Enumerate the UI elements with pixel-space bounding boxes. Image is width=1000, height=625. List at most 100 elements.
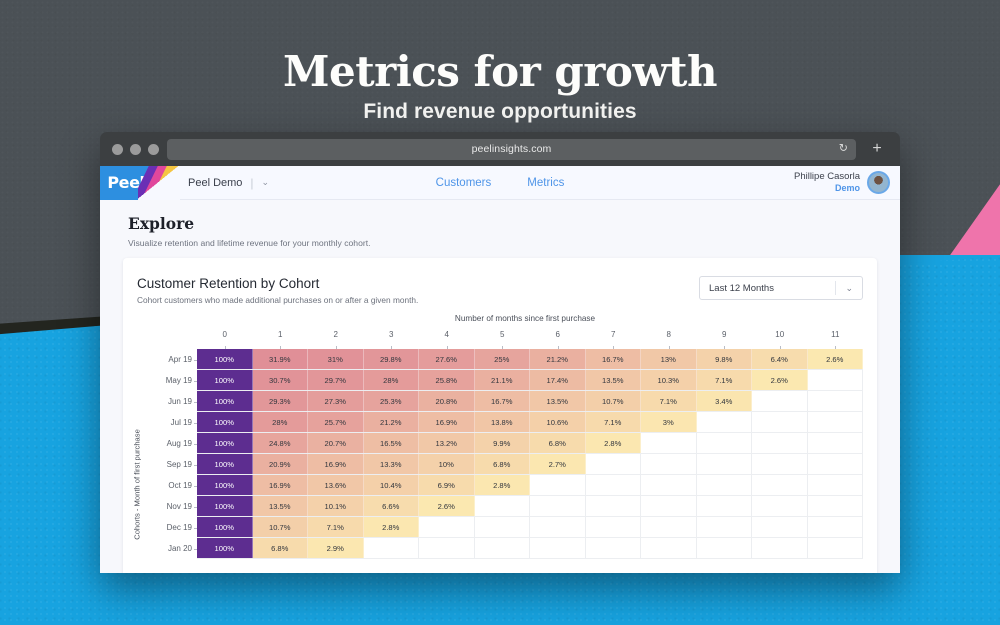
- heatmap-cell[interactable]: 9.9%: [474, 433, 530, 453]
- heatmap-cell[interactable]: 7.1%: [641, 391, 697, 411]
- heatmap-cell[interactable]: 6.8%: [252, 538, 308, 558]
- heatmap-cell[interactable]: 13.6%: [308, 475, 364, 495]
- heatmap-cell[interactable]: 20.7%: [308, 433, 364, 453]
- date-range-select[interactable]: Last 12 Months ⌄: [699, 276, 863, 300]
- heatmap-cell[interactable]: 3%: [641, 412, 697, 432]
- heatmap-cell[interactable]: 100%: [197, 412, 253, 432]
- heatmap-cell[interactable]: 28%: [363, 370, 419, 390]
- avatar[interactable]: [867, 171, 890, 194]
- heatmap-cell[interactable]: 21.2%: [530, 349, 586, 369]
- minimize-window-icon[interactable]: [130, 143, 141, 155]
- heatmap-cell[interactable]: 17.4%: [530, 370, 586, 390]
- heatmap-cell[interactable]: 25.8%: [419, 370, 475, 390]
- heatmap-cell[interactable]: 16.7%: [585, 349, 641, 369]
- heatmap-cell[interactable]: 100%: [197, 454, 253, 474]
- reload-icon[interactable]: ↻: [839, 143, 848, 155]
- heatmap-cell[interactable]: 16.7%: [474, 391, 530, 411]
- heatmap-cell[interactable]: 16.5%: [363, 433, 419, 453]
- heatmap-cell[interactable]: 6.8%: [474, 454, 530, 474]
- user-menu[interactable]: Phillipe Casorla Demo: [794, 171, 890, 194]
- heatmap-cell-empty: [641, 454, 697, 474]
- heatmap-cell-empty: [808, 433, 863, 453]
- heatmap-cell[interactable]: 7.1%: [308, 517, 364, 537]
- heatmap-row-label: Sep 19: [150, 454, 197, 475]
- heatmap-cell[interactable]: 100%: [197, 391, 253, 411]
- heatmap-cell[interactable]: 21.1%: [474, 370, 530, 390]
- heatmap-cell[interactable]: 9.8%: [696, 349, 752, 369]
- heatmap-cell[interactable]: 24.8%: [252, 433, 308, 453]
- heatmap-cell[interactable]: 100%: [197, 538, 253, 558]
- heatmap-cell[interactable]: 29.7%: [308, 370, 364, 390]
- heatmap-cell-empty: [697, 538, 752, 558]
- heatmap-cell[interactable]: 29.3%: [252, 391, 308, 411]
- heatmap-cell-empty: [752, 391, 808, 411]
- heatmap-cell[interactable]: 13.5%: [252, 496, 308, 516]
- heatmap-cell[interactable]: 13.8%: [474, 412, 530, 432]
- window-controls[interactable]: [108, 143, 167, 155]
- heatmap-cell[interactable]: 100%: [197, 433, 253, 453]
- heatmap-cell[interactable]: 10.3%: [641, 370, 697, 390]
- heatmap-cell[interactable]: 25.3%: [363, 391, 419, 411]
- heatmap-cell[interactable]: 2.8%: [363, 517, 419, 537]
- heatmap-cell[interactable]: 16.9%: [419, 412, 475, 432]
- heatmap-cell[interactable]: 2.8%: [585, 433, 641, 453]
- heatmap-cell[interactable]: 27.3%: [308, 391, 364, 411]
- workspace-chevron-down-icon[interactable]: ⌄: [262, 177, 270, 188]
- heatmap-cell[interactable]: 13.5%: [530, 391, 586, 411]
- heatmap-row: 100% 24.8% 20.7% 16.5% 13.2% 9.9% 6.8% 2.8%: [197, 433, 863, 454]
- close-window-icon[interactable]: [112, 143, 123, 155]
- heatmap-cell[interactable]: 3.4%: [696, 391, 752, 411]
- heatmap-cell[interactable]: 13.3%: [363, 454, 419, 474]
- heatmap-cell[interactable]: 25.7%: [308, 412, 364, 432]
- heatmap-cell[interactable]: 21.2%: [363, 412, 419, 432]
- heatmap-cell[interactable]: 16.9%: [252, 475, 308, 495]
- heatmap-cell[interactable]: 10.6%: [530, 412, 586, 432]
- heatmap-cell[interactable]: 30.7%: [252, 370, 308, 390]
- heatmap-cell-empty: [530, 517, 586, 537]
- heatmap-cell[interactable]: 100%: [197, 517, 253, 537]
- heatmap-cell[interactable]: 2.6%: [419, 496, 475, 516]
- heatmap-cell[interactable]: 7.1%: [585, 412, 641, 432]
- nav-link-metrics[interactable]: Metrics: [527, 177, 564, 189]
- heatmap-cell-empty: [697, 475, 752, 495]
- peel-logo[interactable]: Peel: [100, 165, 180, 200]
- heatmap-cell[interactable]: 16.9%: [308, 454, 364, 474]
- heatmap-cell[interactable]: 6.8%: [530, 433, 586, 453]
- heatmap-cell[interactable]: 13%: [641, 349, 697, 369]
- heatmap-cell[interactable]: 20.9%: [252, 454, 308, 474]
- new-tab-icon[interactable]: +: [862, 132, 892, 166]
- heatmap-cell[interactable]: 2.7%: [530, 454, 586, 474]
- heatmap-cell[interactable]: 13.2%: [419, 433, 475, 453]
- heatmap-cell[interactable]: 29.8%: [363, 349, 419, 369]
- heatmap-cell[interactable]: 31.9%: [252, 349, 308, 369]
- heatmap-cell[interactable]: 10.7%: [252, 517, 308, 537]
- heatmap-cell[interactable]: 100%: [197, 370, 253, 390]
- heatmap-cell[interactable]: 7.1%: [696, 370, 752, 390]
- heatmap-cell[interactable]: 100%: [197, 496, 253, 516]
- heatmap-row-label: Nov 19: [150, 496, 197, 517]
- heatmap-cell[interactable]: 100%: [197, 349, 253, 369]
- heatmap-cell[interactable]: 28%: [252, 412, 308, 432]
- heatmap-cell-empty: [752, 475, 808, 495]
- heatmap-cell[interactable]: 2.8%: [474, 475, 530, 495]
- heatmap-cell[interactable]: 20.8%: [419, 391, 475, 411]
- heatmap-cell[interactable]: 10%: [419, 454, 475, 474]
- heatmap-cell[interactable]: 13.5%: [585, 370, 641, 390]
- heatmap-cell[interactable]: 10.4%: [363, 475, 419, 495]
- address-bar[interactable]: peelinsights.com ↻: [167, 138, 856, 160]
- heatmap-cell-empty: [808, 475, 863, 495]
- heatmap-cell[interactable]: 25%: [474, 349, 530, 369]
- heatmap-cell[interactable]: 2.6%: [752, 370, 808, 390]
- heatmap-cell[interactable]: 10.1%: [308, 496, 364, 516]
- heatmap-cell[interactable]: 31%: [308, 349, 364, 369]
- maximize-window-icon[interactable]: [148, 143, 159, 155]
- heatmap-cell[interactable]: 6.4%: [752, 349, 808, 369]
- heatmap-cell[interactable]: 2.9%: [308, 538, 364, 558]
- heatmap-cell[interactable]: 100%: [197, 475, 253, 495]
- heatmap-cell[interactable]: 2.6%: [807, 349, 863, 369]
- heatmap-cell[interactable]: 6.9%: [419, 475, 475, 495]
- heatmap-cell[interactable]: 27.6%: [419, 349, 475, 369]
- heatmap-cell[interactable]: 10.7%: [585, 391, 641, 411]
- nav-link-customers[interactable]: Customers: [436, 177, 492, 189]
- heatmap-cell[interactable]: 6.6%: [363, 496, 419, 516]
